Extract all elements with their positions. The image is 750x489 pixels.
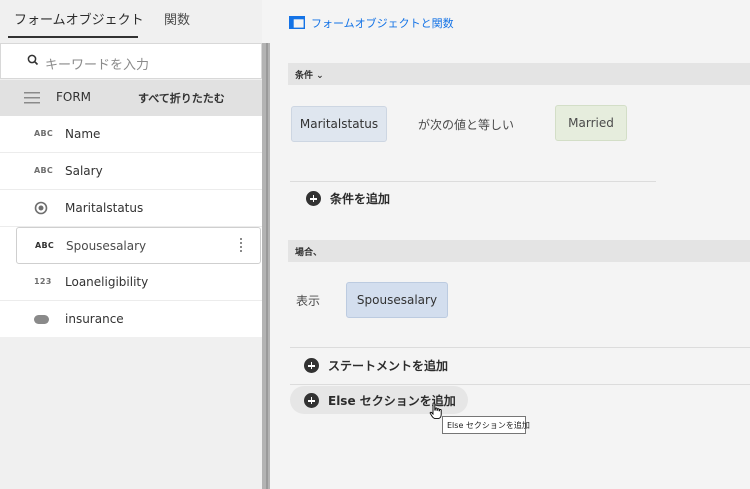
- add-condition-button[interactable]: 条件を追加: [306, 190, 390, 207]
- tooltip: Else セクションを追加: [442, 416, 530, 434]
- number-field-icon: 123: [34, 277, 52, 286]
- then-header-label: 場合、: [295, 248, 323, 258]
- tree-item-label: Loaneligibility: [65, 275, 149, 289]
- text-field-icon: ABC: [34, 166, 54, 175]
- then-section-header: 場合、: [288, 240, 750, 262]
- tab-form-objects[interactable]: フォームオブジェクト: [14, 9, 144, 28]
- panel-toggle-icon[interactable]: [288, 15, 306, 32]
- condition-right-operand[interactable]: Married: [555, 105, 627, 141]
- form-root-row[interactable]: FORM すべて折りたたむ: [0, 80, 262, 116]
- add-statement-label: ステートメントを追加: [328, 359, 449, 373]
- plus-circle-icon: [306, 191, 321, 206]
- tree-item-insurance[interactable]: insurance: [0, 301, 262, 338]
- left-panel: フォームオブジェクト 関数 キーワードを入力 FORM すべて折りたたむ ABC…: [0, 0, 262, 489]
- tree-item-loaneligibility[interactable]: 123 Loaneligibility: [0, 264, 262, 301]
- condition-section-header[interactable]: 条件 ⌄: [288, 63, 750, 85]
- tree-item-name[interactable]: ABC Name: [0, 116, 262, 153]
- tree-item-label: Salary: [65, 164, 103, 178]
- text-field-icon: ABC: [35, 241, 55, 250]
- plus-circle-icon: [304, 393, 319, 408]
- tree-item-maritalstatus[interactable]: Maritalstatus: [0, 190, 262, 227]
- tree-item-label: Name: [65, 127, 101, 141]
- toggle-icon: [34, 315, 49, 326]
- tab-functions[interactable]: 関数: [164, 9, 190, 28]
- divider: [290, 384, 750, 385]
- tree-item-label: Spousesalary: [66, 239, 147, 253]
- drag-handle-icon[interactable]: [240, 238, 244, 252]
- form-objects-functions-link[interactable]: フォームオブジェクトと関数: [311, 15, 454, 31]
- tree-item-salary[interactable]: ABC Salary: [0, 153, 262, 190]
- hand-cursor-icon: [429, 402, 443, 423]
- form-object-tree: ABC Name ABC Salary Maritalstatus ABC Sp…: [0, 116, 262, 337]
- search-input[interactable]: キーワードを入力: [0, 43, 262, 79]
- collapse-all-button[interactable]: すべて折りたたむ: [138, 90, 225, 106]
- condition-operator[interactable]: が次の値と等しい: [418, 116, 514, 133]
- action-label[interactable]: 表示: [296, 292, 320, 309]
- splitter-line: [266, 43, 268, 489]
- tree-item-spousesalary[interactable]: ABC Spousesalary: [16, 227, 261, 264]
- add-condition-label: 条件を追加: [330, 192, 391, 206]
- add-statement-button[interactable]: ステートメントを追加: [304, 357, 448, 374]
- chevron-down-icon: ⌄: [316, 71, 324, 81]
- action-target[interactable]: Spousesalary: [346, 282, 448, 318]
- rule-editor-toolbar: フォームオブジェクトと関数: [270, 0, 750, 43]
- plus-circle-icon: [304, 358, 319, 373]
- search-placeholder: キーワードを入力: [45, 58, 150, 73]
- search-icon: [27, 54, 39, 69]
- active-tab-indicator: [8, 36, 138, 38]
- form-label: FORM: [56, 90, 92, 104]
- form-icon: [24, 92, 40, 107]
- tree-item-label: Maritalstatus: [65, 201, 144, 215]
- text-field-icon: ABC: [34, 129, 54, 138]
- condition-left-operand[interactable]: Maritalstatus: [291, 106, 387, 142]
- radio-icon: [34, 201, 48, 217]
- tab-bar: フォームオブジェクト 関数: [0, 0, 262, 40]
- divider: [290, 181, 656, 182]
- condition-header-label: 条件 ⌄: [295, 71, 324, 81]
- tree-item-label: insurance: [65, 312, 124, 326]
- divider: [290, 347, 750, 348]
